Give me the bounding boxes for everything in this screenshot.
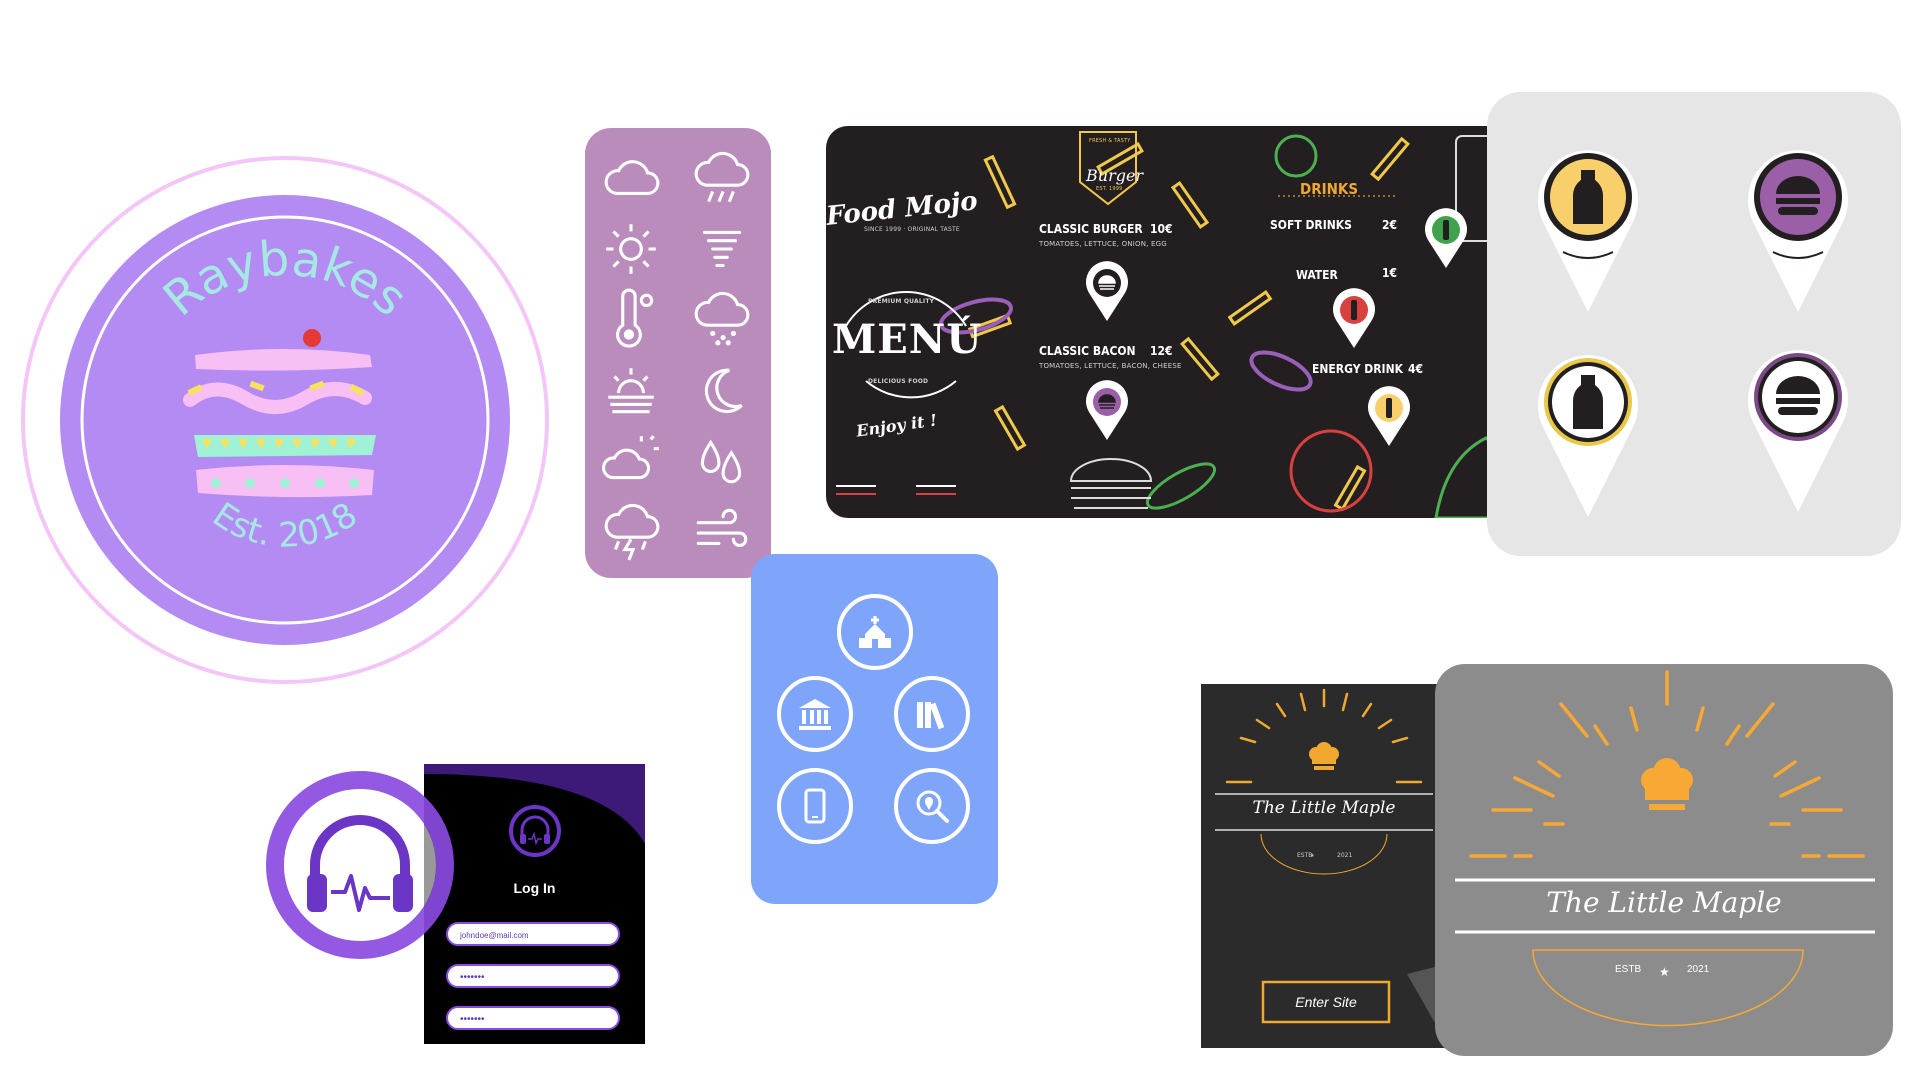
wind-icon[interactable] [690, 500, 752, 562]
chef-hat-icon [1641, 758, 1693, 810]
places-icons-panel [751, 554, 998, 904]
phone-icon[interactable] [777, 768, 853, 844]
sunrise-icon[interactable] [600, 360, 662, 422]
bottle-pin-icon[interactable] [1366, 386, 1412, 448]
drink-name: SOFT DRINKS [1270, 218, 1352, 232]
svg-text:★: ★ [1659, 965, 1670, 979]
maple-year: 2021 [1337, 852, 1353, 859]
menu-item-price: 12€ [1150, 344, 1173, 358]
music-app-logo [265, 770, 455, 960]
burger-badge: Burger [1086, 166, 1144, 185]
chef-hat-icon [1309, 742, 1339, 770]
maple-large-decoration: ★ [1455, 670, 1875, 1027]
maple-estb: ESTB [1615, 964, 1642, 975]
menu-title: MENÚ [832, 316, 983, 363]
menu-item-desc: TOMATOES, LETTUCE, BACON, CHEESE [1039, 362, 1182, 370]
little-maple-site-preview: ★ The Little Maple ESTB 2021 Enter Site [1201, 684, 1447, 1048]
partly-cloudy-icon[interactable] [600, 428, 662, 490]
burger-badge-bottom: EST. 1999 [1096, 186, 1123, 192]
search-location-icon[interactable] [894, 768, 970, 844]
thermometer-icon[interactable] [600, 288, 662, 350]
drink-name: ENERGY DRINK [1312, 362, 1403, 376]
bottle-pin-icon[interactable] [1533, 142, 1643, 317]
burger-badge-top: FRESH & TASTY [1089, 138, 1131, 144]
burger-pin-icon[interactable] [1743, 142, 1853, 317]
drink-price: 2€ [1382, 218, 1398, 232]
drink-price: 4€ [1408, 362, 1424, 376]
menu-item-price: 10€ [1150, 222, 1173, 236]
bottle-pin-icon[interactable] [1533, 347, 1643, 522]
thunderstorm-icon[interactable] [600, 500, 662, 562]
burger-pin-icon[interactable] [1743, 342, 1853, 517]
drink-price: 1€ [1382, 266, 1398, 280]
enter-site-button[interactable]: Enter Site [1263, 982, 1389, 1022]
maple-year: 2021 [1687, 964, 1710, 975]
cloud-icon[interactable] [600, 148, 662, 210]
password-field[interactable]: ••••••• [446, 964, 620, 988]
weather-icons-panel [585, 128, 771, 578]
raybakes-logo: Raybakes Est. 2018 [20, 155, 550, 685]
headphones-icon [509, 805, 561, 857]
menu-delicious: DELICIOUS FOOD [868, 378, 929, 385]
menu-item-name: CLASSIC BURGER [1039, 222, 1143, 236]
map-pins-panel [1487, 92, 1901, 556]
maple-estb: ESTB [1297, 852, 1313, 859]
maple-name: The Little Maple [1252, 798, 1396, 818]
drinks-title: DRINKS [1300, 180, 1359, 198]
droplets-icon[interactable] [690, 428, 752, 490]
login-title: Log In [513, 880, 556, 896]
drink-name: WATER [1296, 268, 1338, 282]
bottle-pin-icon[interactable] [1331, 288, 1377, 350]
login-screen: Log In johndoe@mail.com ••••••• ••••••• [424, 764, 645, 1044]
little-maple-logo: ★ The Little Maple ESTB 2021 [1435, 664, 1893, 1056]
moon-icon[interactable] [690, 360, 752, 422]
burger-pin-icon[interactable] [1084, 380, 1130, 442]
menu-board: Food Mojo SINCE 1999 · ORIGINAL TASTE PR… [826, 126, 1521, 518]
church-icon[interactable] [837, 594, 913, 670]
tornado-icon[interactable] [690, 218, 752, 280]
burger-pin-icon[interactable] [1084, 261, 1130, 323]
maple-name: The Little Maple [1546, 886, 1782, 919]
menu-brand-tagline: SINCE 1999 · ORIGINAL TASTE [864, 226, 960, 233]
museum-icon[interactable] [777, 676, 853, 752]
sun-icon[interactable] [600, 218, 662, 280]
menu-item-desc: TOMATOES, LETTUCE, ONION, EGG [1039, 240, 1167, 248]
email-field[interactable]: johndoe@mail.com [446, 922, 620, 946]
confirm-password-field[interactable]: ••••••• [446, 1006, 620, 1030]
menu-premium: PREMIUM QUALITY [868, 298, 935, 305]
cloud-snow-icon[interactable] [690, 288, 752, 350]
cloud-rain-icon[interactable] [690, 148, 752, 210]
menu-item-name: CLASSIC BACON [1039, 344, 1136, 358]
library-icon[interactable] [894, 676, 970, 752]
bottle-pin-icon[interactable] [1423, 208, 1469, 270]
